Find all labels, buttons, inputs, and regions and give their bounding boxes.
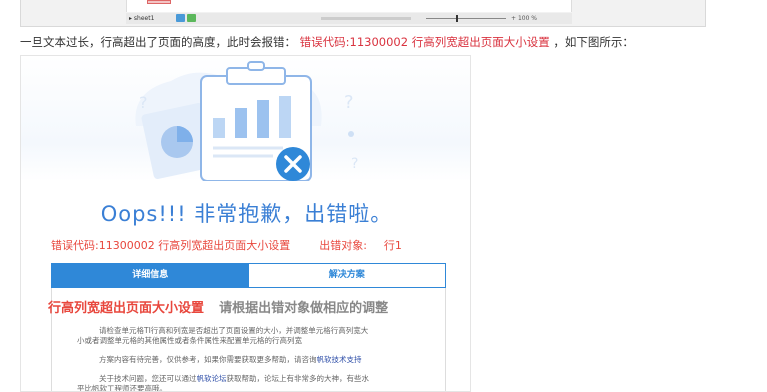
tab-solution[interactable]: 解决方案 [248, 264, 445, 287]
details-title-red: 行高列宽超出页面大小设置 [48, 301, 205, 316]
sheet-tab-label: ▸ sheet1 [129, 15, 155, 22]
spreadsheet-screenshot: ▸ sheet1 + 100 % [20, 0, 706, 27]
tab-details[interactable]: 详细信息 [52, 264, 249, 287]
clipboard-chart-illustration: ? ? ? [135, 61, 358, 182]
overflow-cell [147, 0, 171, 4]
add-polysheet-icon [187, 14, 196, 22]
error-object-label: 出错对象: [319, 239, 367, 252]
error-code-line: 错误代码:11300002 行高列宽超出页面大小设置 出错对象: 行1 [51, 237, 402, 253]
error-x-badge-icon [276, 147, 310, 181]
error-object-value: 行1 [383, 239, 402, 252]
zoom-slider-track [426, 18, 506, 19]
zoom-readout: + 100 % [511, 15, 537, 22]
sentence-prefix: 一旦文本过长，行高超出了页面的高度，此时会报错： [20, 35, 296, 49]
details-para3-line2: 平比帆软工程师还要高哦。 [77, 384, 167, 392]
error-code-text: 错误代码:11300002 行高列宽超出页面大小设置 [51, 239, 291, 252]
zoom-slider-thumb [456, 15, 458, 22]
details-para1-line1: 请检查单元格TI行高和列宽是否超出了页面设置的大小，并调整单元格行高列宽大 [99, 326, 369, 335]
details-para3-suffix: 获取帮助，论坛上有非常多的大神，有些水 [226, 374, 370, 383]
sentence-error-code: 错误代码:11300002 行高列宽超出页面大小设置 [299, 35, 550, 49]
forum-link[interactable]: 帆软论坛 [197, 374, 227, 383]
description-sentence: 一旦文本过长，行高超出了页面的高度，此时会报错： 错误代码:11300002 行… [20, 35, 634, 49]
error-tabs: 详细信息 解决方案 [51, 263, 446, 288]
details-para1-line2: 小或者调整单元格的其他属性或者条件属性来配置单元格的行高列宽 [77, 336, 302, 345]
details-para2: 方案内容有待完善，仅供参考，如果你需要获取更多帮助，请咨询帆软技术支持 [99, 355, 362, 365]
details-title: 行高列宽超出页面大小设置 请根据出错对象做相应的调整 [48, 297, 388, 316]
spreadsheet-grid [126, 0, 572, 12]
error-headline: Oops!!! 非常抱歉，出错啦。 [100, 202, 393, 226]
details-title-gray: 请根据出错对象做相应的调整 [219, 301, 389, 316]
details-para2-text: 方案内容有待完善，仅供参考，如果你需要获取更多帮助，请咨询 [99, 355, 317, 364]
tech-support-link[interactable]: 帆软技术支持 [317, 355, 362, 364]
sentence-suffix: ，如下图所示： [553, 35, 634, 49]
error-page-screenshot: ? ? ? Oops!!! 非常抱歉，出错啦。 错误代码:11300002 行高… [20, 55, 471, 392]
error-illustration: ? ? ? [21, 56, 470, 182]
details-para3-prefix: 关于技术问题，您还可以通过 [99, 374, 197, 383]
svg-text:?: ? [139, 93, 148, 112]
svg-text:?: ? [344, 92, 354, 113]
details-para3-line1: 关于技术问题，您还可以通过帆软论坛获取帮助，论坛上有非常多的大神，有些水 [99, 374, 369, 384]
svg-text:?: ? [351, 156, 358, 172]
add-sheet-icon [176, 14, 185, 22]
horizontal-scrollbar [321, 17, 411, 20]
